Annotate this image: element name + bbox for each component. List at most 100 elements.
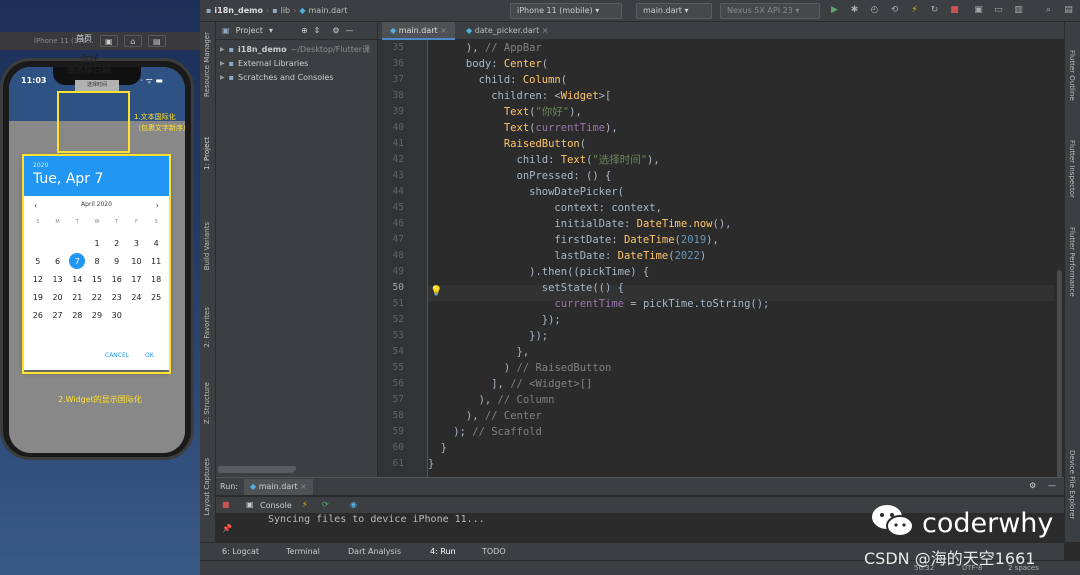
observatory-icon[interactable]: ◉ <box>350 500 357 509</box>
code-line[interactable]: ) // RaisedButton <box>428 360 612 376</box>
sdk-manager-icon[interactable]: ▣ <box>972 4 985 17</box>
attach-icon[interactable]: ⟲ <box>888 4 901 17</box>
code-line[interactable]: RaisedButton( <box>428 136 586 152</box>
code-line[interactable]: }); <box>428 312 561 328</box>
close-icon[interactable]: × <box>300 482 307 491</box>
annotation-box-widget-i18n <box>22 154 171 374</box>
avd-selector[interactable]: Nexus 5X API 23 ▾ <box>720 3 820 19</box>
code-line[interactable]: ); // Scaffold <box>428 424 542 440</box>
tool-flutter-outline[interactable]: Flutter Outline <box>1068 50 1076 101</box>
code-line[interactable]: onPressed: () { <box>428 168 612 184</box>
tool-flutter-performance[interactable]: Flutter Performance <box>1068 227 1076 297</box>
code-line[interactable]: ), // Center <box>428 408 542 424</box>
code-line[interactable]: body: Center( <box>428 56 548 72</box>
code-line[interactable]: context: context, <box>428 200 661 216</box>
gear-icon[interactable]: ⚙ <box>332 26 339 35</box>
tool-device-file-explorer[interactable]: Device File Explorer <box>1068 450 1076 519</box>
tree-item[interactable]: ▶ ▪ External Libraries <box>216 56 377 70</box>
editor-scrollbar-track[interactable] <box>1056 40 1064 480</box>
tool-favorites[interactable]: 2: Favorites <box>203 307 211 348</box>
home-icon[interactable]: ⌂ <box>123 35 142 47</box>
tool-layout-captures[interactable]: Layout Captures <box>203 458 211 516</box>
wechat-logo-icon <box>870 502 918 542</box>
run-icon[interactable]: ▶ <box>828 4 841 17</box>
code-line[interactable]: }, <box>428 344 530 360</box>
console-output: Syncing files to device iPhone 11... <box>268 514 485 525</box>
chevron-right-icon[interactable]: ▶ <box>220 74 225 81</box>
tab-run[interactable]: 4: Run <box>430 547 456 556</box>
breadcrumb-file[interactable]: main.dart <box>309 6 348 15</box>
target-icon[interactable]: ⊕ <box>301 26 308 35</box>
code-line[interactable]: ), // AppBar <box>428 40 542 56</box>
breadcrumb-lib[interactable]: lib <box>281 6 291 15</box>
debug-icon[interactable]: ✱ <box>848 4 861 17</box>
tab-logcat[interactable]: 6: Logcat <box>222 547 259 556</box>
tree-item[interactable]: ▶ ▪ i18n_demo ~/Desktop/Flutter课 <box>216 42 377 56</box>
code-line[interactable]: ), // Column <box>428 392 555 408</box>
code-line[interactable]: children: <Widget>[ <box>428 88 611 104</box>
code-editor[interactable]: ), // AppBar body: Center( child: Column… <box>428 40 1054 477</box>
console-tab[interactable]: Console <box>260 501 292 510</box>
profile-icon[interactable]: ◴ <box>868 4 881 17</box>
breadcrumb-project[interactable]: i18n_demo <box>214 6 263 15</box>
code-line[interactable]: } <box>428 456 434 472</box>
device-manager-icon[interactable]: ▥ <box>1012 4 1025 17</box>
rotate-icon[interactable]: ▤ <box>147 35 166 47</box>
tool-build-variants[interactable]: Build Variants <box>203 222 211 270</box>
editor-scrollbar-thumb[interactable] <box>1057 270 1062 480</box>
project-horizontal-scrollbar[interactable] <box>218 466 296 471</box>
restart-icon[interactable]: ⟳ <box>322 500 329 509</box>
code-line[interactable]: ], // <Widget>[] <box>428 376 592 392</box>
tool-flutter-inspector[interactable]: Flutter Inspector <box>1068 140 1076 198</box>
avd-manager-icon[interactable]: ▭ <box>992 4 1005 17</box>
minimize-icon[interactable]: — <box>1048 481 1056 490</box>
stop-icon[interactable]: ■ <box>222 500 230 509</box>
code-line[interactable]: currentTime = pickTime.toString(); <box>428 296 769 312</box>
code-line[interactable]: showDatePicker( <box>428 184 624 200</box>
code-line[interactable]: lastDate: DateTime(2022) <box>428 248 706 264</box>
code-line[interactable]: setState(() { <box>428 280 624 296</box>
code-line[interactable]: } <box>428 440 447 456</box>
select-time-button[interactable]: 选择时间 <box>75 80 119 91</box>
run-config-selector[interactable]: main.dart ▾ <box>636 3 712 19</box>
tool-structure[interactable]: Z: Structure <box>203 382 211 424</box>
stop-icon[interactable]: ■ <box>948 4 961 17</box>
code-line[interactable]: Text(currentTime), <box>428 120 618 136</box>
tab-todo[interactable]: TODO <box>482 547 506 556</box>
pin-icon[interactable]: 📌 <box>222 524 232 533</box>
code-line[interactable]: firstDate: DateTime(2019), <box>428 232 718 248</box>
close-icon[interactable]: × <box>542 26 549 35</box>
hot-restart-icon[interactable]: ↻ <box>928 4 941 17</box>
code-line[interactable]: }); <box>428 328 548 344</box>
tree-item[interactable]: ▶ ▪ Scratches and Consoles <box>216 70 377 84</box>
run-config-tab[interactable]: ◆ main.dart × <box>244 479 313 495</box>
screenshot-icon[interactable]: ▣ <box>99 35 118 47</box>
gear-icon[interactable]: ⚙ <box>1029 481 1036 490</box>
chevron-right-icon[interactable]: ▶ <box>220 46 225 53</box>
collapse-icon[interactable]: ⇕ <box>314 26 321 35</box>
chevron-right-icon[interactable]: ▶ <box>220 60 225 67</box>
device-selector[interactable]: iPhone 11 (mobile) ▾ <box>510 3 622 19</box>
search-icon[interactable]: ⌕ <box>1042 4 1055 17</box>
hot-reload-icon[interactable]: ⚡ <box>302 500 308 509</box>
hot-reload-icon[interactable]: ⚡ <box>908 4 921 17</box>
code-line[interactable]: child: Column( <box>428 72 568 88</box>
code-line[interactable]: initialDate: DateTime.now(), <box>428 216 731 232</box>
tab-date-picker-dart[interactable]: ◆ date_picker.dart × <box>458 22 556 40</box>
code-line[interactable]: child: Text("选择时间"), <box>428 152 660 168</box>
tab-main-dart[interactable]: ◆ main.dart × <box>382 22 455 40</box>
tab-terminal[interactable]: Terminal <box>286 547 320 556</box>
minimize-icon[interactable]: — <box>346 26 354 35</box>
close-icon[interactable]: × <box>440 26 447 35</box>
project-view-selector[interactable]: Project <box>236 26 263 35</box>
lightbulb-icon[interactable]: 💡 <box>430 286 442 297</box>
notifications-icon[interactable]: ▤ <box>1062 4 1075 17</box>
editor-tab-bar: ◆ main.dart × ◆ date_picker.dart × <box>378 22 1064 40</box>
code-line[interactable]: ).then((pickTime) { <box>428 264 649 280</box>
code-line[interactable]: Text("你好"), <box>428 104 582 120</box>
chevron-down-icon[interactable]: ▾ <box>269 26 273 35</box>
tool-resource-manager[interactable]: Resource Manager <box>203 32 211 97</box>
folder-icon: ▪ <box>272 6 278 15</box>
tool-project[interactable]: 1: Project <box>203 137 211 170</box>
tab-dart-analysis[interactable]: Dart Analysis <box>348 547 401 556</box>
